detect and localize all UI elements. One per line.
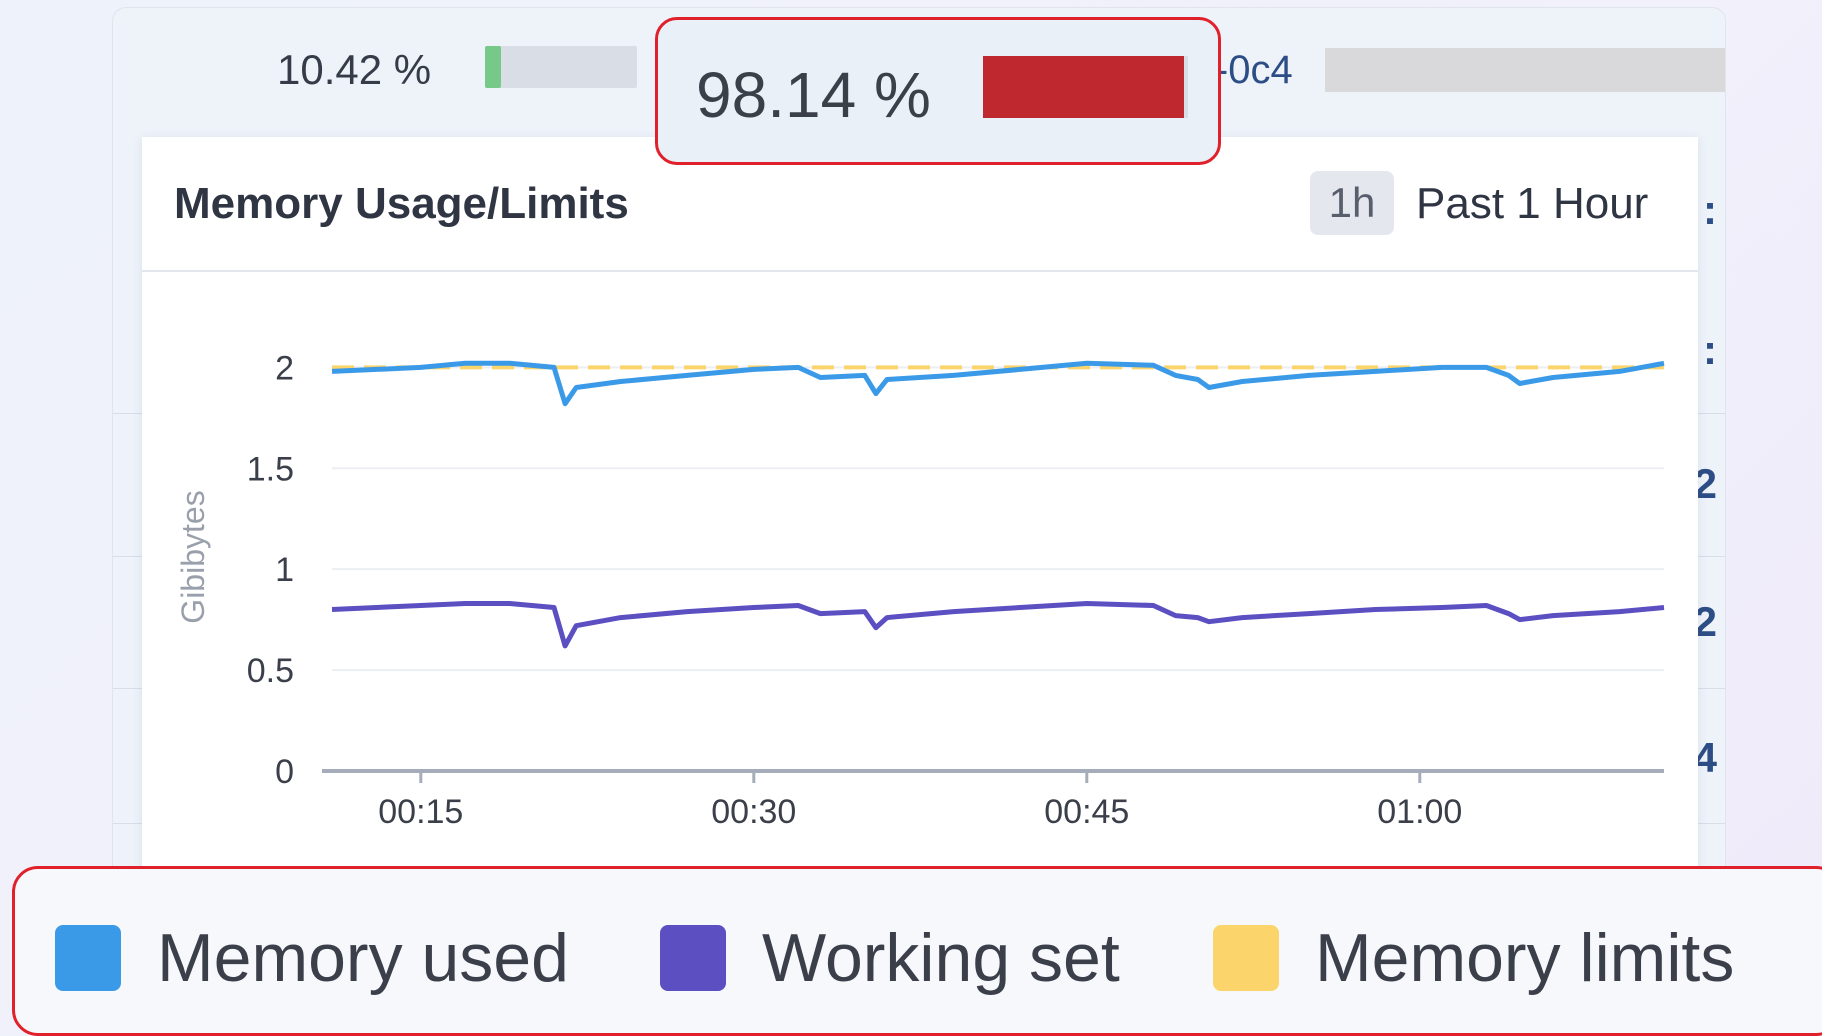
legend-item-memory-used[interactable]: Memory used [55,920,569,996]
row-divider [113,688,145,689]
y-tick-label: 1 [275,551,294,589]
y-tick-label: 0 [275,753,294,791]
memory-percent-bar-fill [983,56,1185,118]
memory-percent-callout: 98.14 % [655,17,1221,165]
memory-limits-swatch [1213,925,1279,991]
row-divider [1697,556,1725,557]
right-column-value: : [1703,186,1717,233]
x-tick-label: 01:00 [1377,793,1462,831]
memory-percent-value: 98.14 % [696,59,931,131]
y-axis-label: Gibibytes [175,490,211,623]
row-divider [1697,823,1725,824]
cpu-usage-bar-fill [485,46,501,88]
cpu-usage-bar [485,46,637,88]
row-divider [113,823,145,824]
y-tick-label: 2 [275,349,294,387]
x-tick-label: 00:30 [711,793,796,831]
x-tick-label: 00:45 [1044,793,1129,831]
row-divider [113,556,145,557]
memory-percent-bar [983,56,1188,118]
memory-used-swatch [55,925,121,991]
row-divider [113,413,145,414]
legend-label: Memory used [157,920,569,996]
legend-item-working-set[interactable]: Working set [660,920,1120,996]
legend-label: Working set [762,920,1120,996]
working-set-swatch [660,925,726,991]
row-divider [1697,413,1725,414]
memory-chart-popup: Memory Usage/Limits 1h Past 1 Hour 0 0.5 1… [142,137,1698,897]
chart-legend: Memory used Working set Memory limits [12,866,1822,1036]
row-divider [1697,688,1725,689]
legend-item-memory-limits[interactable]: Memory limits [1213,920,1734,996]
right-column-value: : [1703,326,1717,373]
memory-line-chart: 0 0.5 1 1.5 2 00:15 00:30 00:45 01:00 Gibibytes [175,349,1665,831]
y-tick-label: 0.5 [247,652,294,690]
y-tick-label: 1.5 [247,450,294,488]
legend-label: Memory limits [1315,920,1735,996]
memory-usage-bar [1325,48,1725,92]
series-line-working-set [331,601,1665,649]
x-tick-label: 00:15 [378,793,463,831]
cpu-percent-value: 10.42 % [277,46,432,93]
